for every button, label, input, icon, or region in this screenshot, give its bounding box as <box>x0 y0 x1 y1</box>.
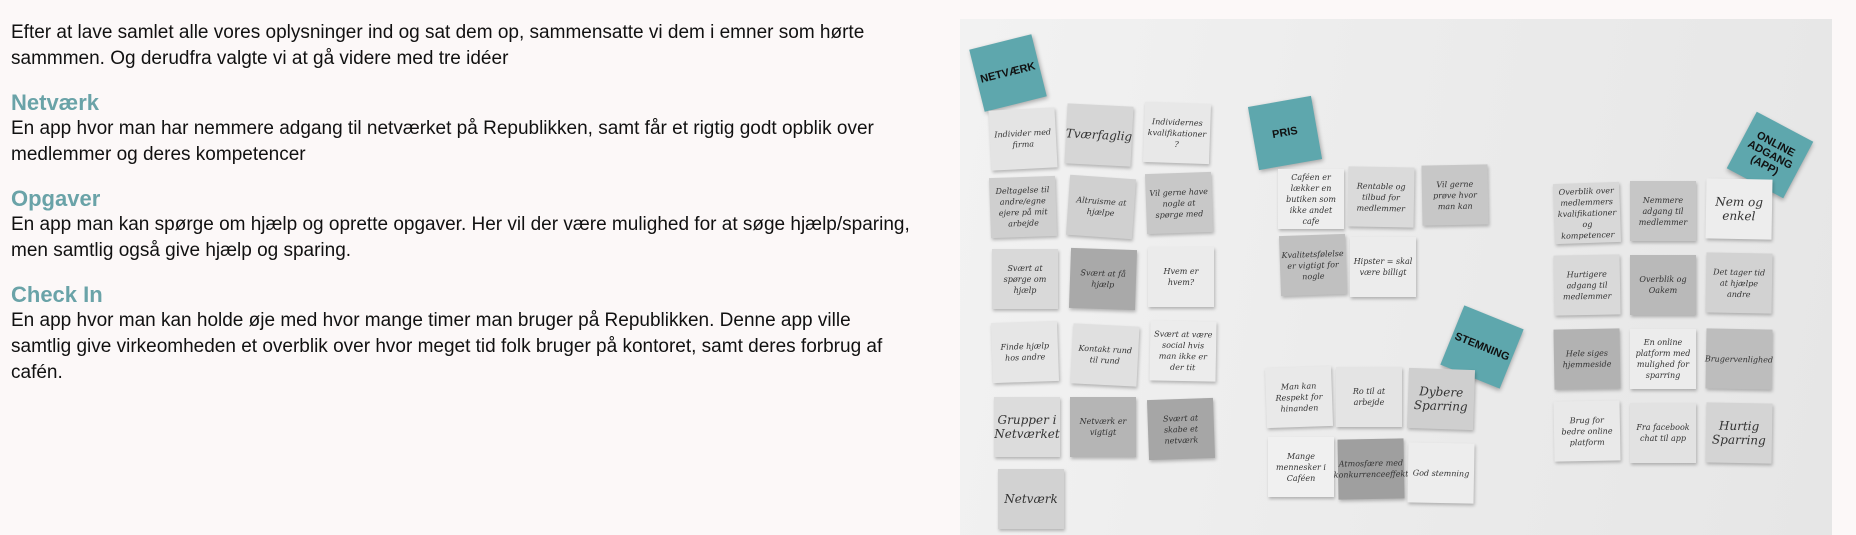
section-body-opgaver: En app man kan spørge om hjælp og oprett… <box>11 214 910 261</box>
sticky-note: Netværk <box>998 469 1064 529</box>
sticky-notes-photo: NETVÆRK PRIS STEMNING ONLINE ADGANG (APP… <box>960 19 1832 535</box>
sticky-note: Netværk er vigtigt <box>1070 397 1136 457</box>
tag-netvaerk: NETVÆRK <box>969 34 1047 112</box>
intro-paragraph: Efter at lave samlet alle vores oplysnin… <box>11 22 865 69</box>
sticky-note: Nemmere adgang til medlemmer <box>1630 181 1696 241</box>
section-heading-check-in: Check In <box>11 282 103 307</box>
tag-pris: PRIS <box>1247 95 1323 171</box>
section-body-check-in: En app hvor man kan holde øje med hvor m… <box>11 310 883 383</box>
sticky-note: Caféen er lækker en butiken som ikke and… <box>1278 169 1344 229</box>
article-text: Efter at lave samlet alle vores oplysnin… <box>11 20 911 386</box>
sticky-note: Hurtigere adgang til medlemmer <box>1553 254 1621 316</box>
sticky-note: Hele siges hjemmeside <box>1553 328 1621 390</box>
section-body-netvaerk: En app hvor man har nemmere adgang til n… <box>11 118 874 165</box>
sticky-note: Atmosfære med konkurrenceeffekt <box>1334 438 1409 500</box>
sticky-note: Altruisme at hjælpe <box>1065 174 1137 240</box>
sticky-note: Kvalitetsfølelse er vigtigt for nogle <box>1278 233 1348 297</box>
sticky-note: Man kan Respekt for hinanden <box>1264 365 1334 429</box>
sticky-note: Hvem er hvem? <box>1148 247 1214 307</box>
sticky-note: Hurtig Sparring <box>1705 402 1773 464</box>
sticky-note: Mange mennesker i Caféen <box>1268 437 1334 497</box>
sticky-note: Tværfaglig <box>1064 103 1134 167</box>
sticky-note: Rentable og tilbud for medlemmer <box>1347 166 1415 228</box>
sticky-note: Finde hjælp hos andre <box>990 320 1060 384</box>
section-heading-opgaver: Opgaver <box>11 186 101 211</box>
sticky-note: Kontakt rund til rund <box>1070 323 1140 387</box>
sticky-note: Ro til at arbejde <box>1336 367 1402 427</box>
section-heading-netvaerk: Netværk <box>11 90 100 115</box>
sticky-note: Fra facebook chat til app <box>1630 403 1696 463</box>
sticky-note: Dybere Sparring <box>1406 367 1476 431</box>
sticky-note: Svært at være social hvis man ikke er de… <box>1149 320 1217 382</box>
sticky-note: Overblik over medlemmers kvalifikationer… <box>1552 181 1622 245</box>
sticky-note: Svært at spørge om hjælp <box>992 249 1058 309</box>
sticky-note: Individernes kvalifikationer ? <box>1142 101 1212 165</box>
sticky-note: Nem og enkel <box>1705 178 1773 240</box>
sticky-note: Overblik og Oakem <box>1630 255 1696 315</box>
sticky-note: God stemning <box>1407 442 1475 504</box>
sticky-note: Hipster = skal være billigt <box>1350 237 1416 297</box>
sticky-note: Vil gerne have nogle at spørge med <box>1144 171 1214 235</box>
sticky-note: En online platform med mulighed for spar… <box>1630 329 1696 389</box>
sticky-note: Brugervenlighed <box>1705 328 1773 390</box>
sticky-note: Svært at få hjælp <box>1068 247 1138 311</box>
sticky-note: Vil gerne prøve hvor man kan <box>1421 164 1489 226</box>
sticky-note: Grupper i Netværket <box>994 397 1060 457</box>
sticky-note: Deltagelse til andre/egne ejere på mit a… <box>988 175 1058 239</box>
sticky-note: Individer med firma <box>988 107 1058 171</box>
sticky-note: Det tager tid at hjælpe andre <box>1705 252 1773 314</box>
sticky-note: Brug for bedre online platform <box>1553 400 1621 462</box>
sticky-note: Svært at skabe et netværk <box>1146 397 1216 461</box>
